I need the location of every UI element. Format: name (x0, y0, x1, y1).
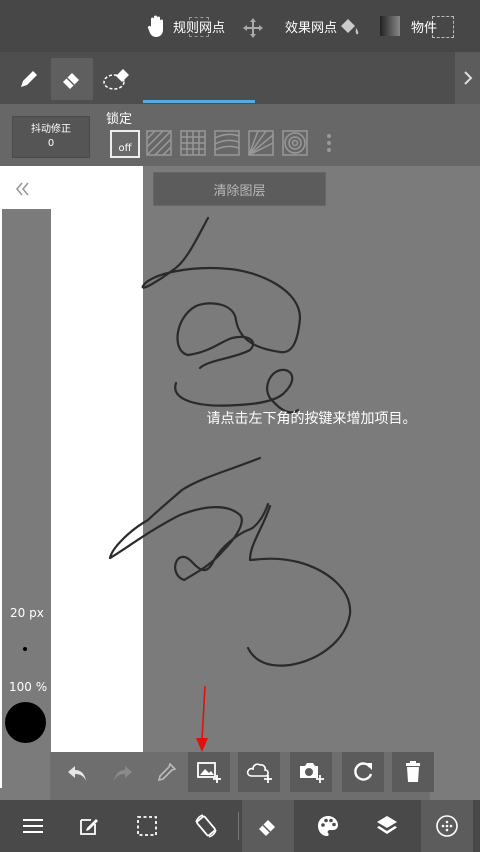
eraser-tool-button[interactable] (51, 58, 93, 100)
lock-toggle[interactable]: off (110, 130, 140, 158)
stabilizer-label: 抖动修正 (31, 124, 71, 135)
rotate-canvas-button[interactable] (180, 800, 232, 852)
selection-button[interactable] (121, 800, 173, 852)
brush-size-preview (23, 647, 27, 651)
refresh-icon (354, 762, 373, 781)
edit-note-icon (80, 819, 98, 835)
lock-state: off (118, 143, 132, 154)
delete-button[interactable] (392, 752, 434, 792)
tab-label: 规则网点 (173, 20, 226, 36)
collapse-panel-button[interactable] (10, 176, 36, 202)
diagonal-lines-icon[interactable] (146, 130, 172, 156)
eraser-icon (63, 73, 79, 89)
empty-hint-text: 请点击左下角的按键来增加项目。 (206, 411, 417, 427)
layers-icon (377, 816, 397, 834)
app-root: 规则网点 效果网点 物件 抖动修正 0 锁定 off 20 px 100 % 清… (0, 0, 480, 852)
brush-size-label: 20 px (10, 606, 44, 620)
color-preview[interactable] (5, 702, 46, 743)
menu-button[interactable] (7, 800, 59, 852)
curved-lines-icon[interactable] (214, 130, 240, 156)
radial-lines-icon[interactable] (248, 130, 274, 156)
tool-options-bar: 抖动修正 0 锁定 (0, 104, 480, 166)
hand-icon (147, 15, 163, 37)
stabilizer-button[interactable]: 抖动修正 0 (12, 116, 90, 158)
camera-add-icon (300, 763, 324, 783)
eraser-icon (259, 820, 275, 836)
rotate-button[interactable] (342, 752, 384, 792)
selection-eraser-icon (103, 69, 129, 90)
dots-circle-icon (436, 815, 458, 837)
screen-rotation-icon (195, 814, 217, 838)
chevron-right-icon (463, 71, 472, 85)
palette-icon (318, 816, 338, 836)
active-tab-indicator (143, 100, 255, 103)
redo-button[interactable] (102, 752, 144, 792)
color-palette-button[interactable] (302, 800, 354, 852)
edit-button[interactable] (63, 800, 115, 852)
undo-icon (68, 766, 86, 781)
selection-icon (137, 816, 157, 836)
more-vert-icon[interactable] (322, 130, 336, 156)
add-cloud-button[interactable] (238, 752, 280, 792)
layers-button[interactable] (361, 800, 413, 852)
double-chevron-left-icon (15, 182, 29, 196)
tab-regular-tone[interactable]: 规则网点 (147, 0, 225, 52)
pen-tool-button[interactable] (8, 58, 50, 100)
stabilizer-value: 0 (47, 138, 55, 149)
hamburger-menu-icon (23, 819, 43, 833)
undo-button[interactable] (56, 752, 98, 792)
tab-object[interactable]: 物件 (378, 0, 454, 52)
concentric-icon[interactable] (282, 130, 308, 156)
tab-effect-tone[interactable]: 效果网点 (242, 0, 359, 52)
move-icon (243, 18, 263, 38)
pen-icon (21, 71, 37, 87)
eyedropper-icon (157, 762, 177, 782)
add-image-icon (197, 762, 221, 783)
selection-eraser-tool-button[interactable] (96, 58, 138, 100)
bottom-divider (238, 812, 239, 840)
clear-layer-label: 清除图层 (213, 183, 266, 199)
grid-pattern-icon[interactable] (180, 130, 206, 156)
eyedropper-button[interactable] (146, 752, 188, 792)
opacity-label: 100 % (9, 680, 48, 694)
clear-layer-button[interactable]: 清除图层 (153, 172, 326, 206)
toolbar-scroll-right-button[interactable] (455, 52, 480, 104)
tab-label: 物件 (411, 20, 438, 36)
redo-icon (114, 766, 132, 781)
eraser-mode-button[interactable] (242, 800, 294, 852)
tab-label: 效果网点 (285, 20, 338, 36)
gradient-swatch-icon (380, 16, 400, 36)
fill-bucket-icon (341, 19, 359, 35)
add-cloud-icon (246, 763, 272, 783)
more-options-button[interactable] (421, 800, 473, 852)
lock-label: 锁定 (106, 112, 133, 127)
trash-icon (406, 761, 420, 782)
add-photo-button[interactable] (290, 752, 332, 792)
add-image-button[interactable] (188, 752, 230, 792)
